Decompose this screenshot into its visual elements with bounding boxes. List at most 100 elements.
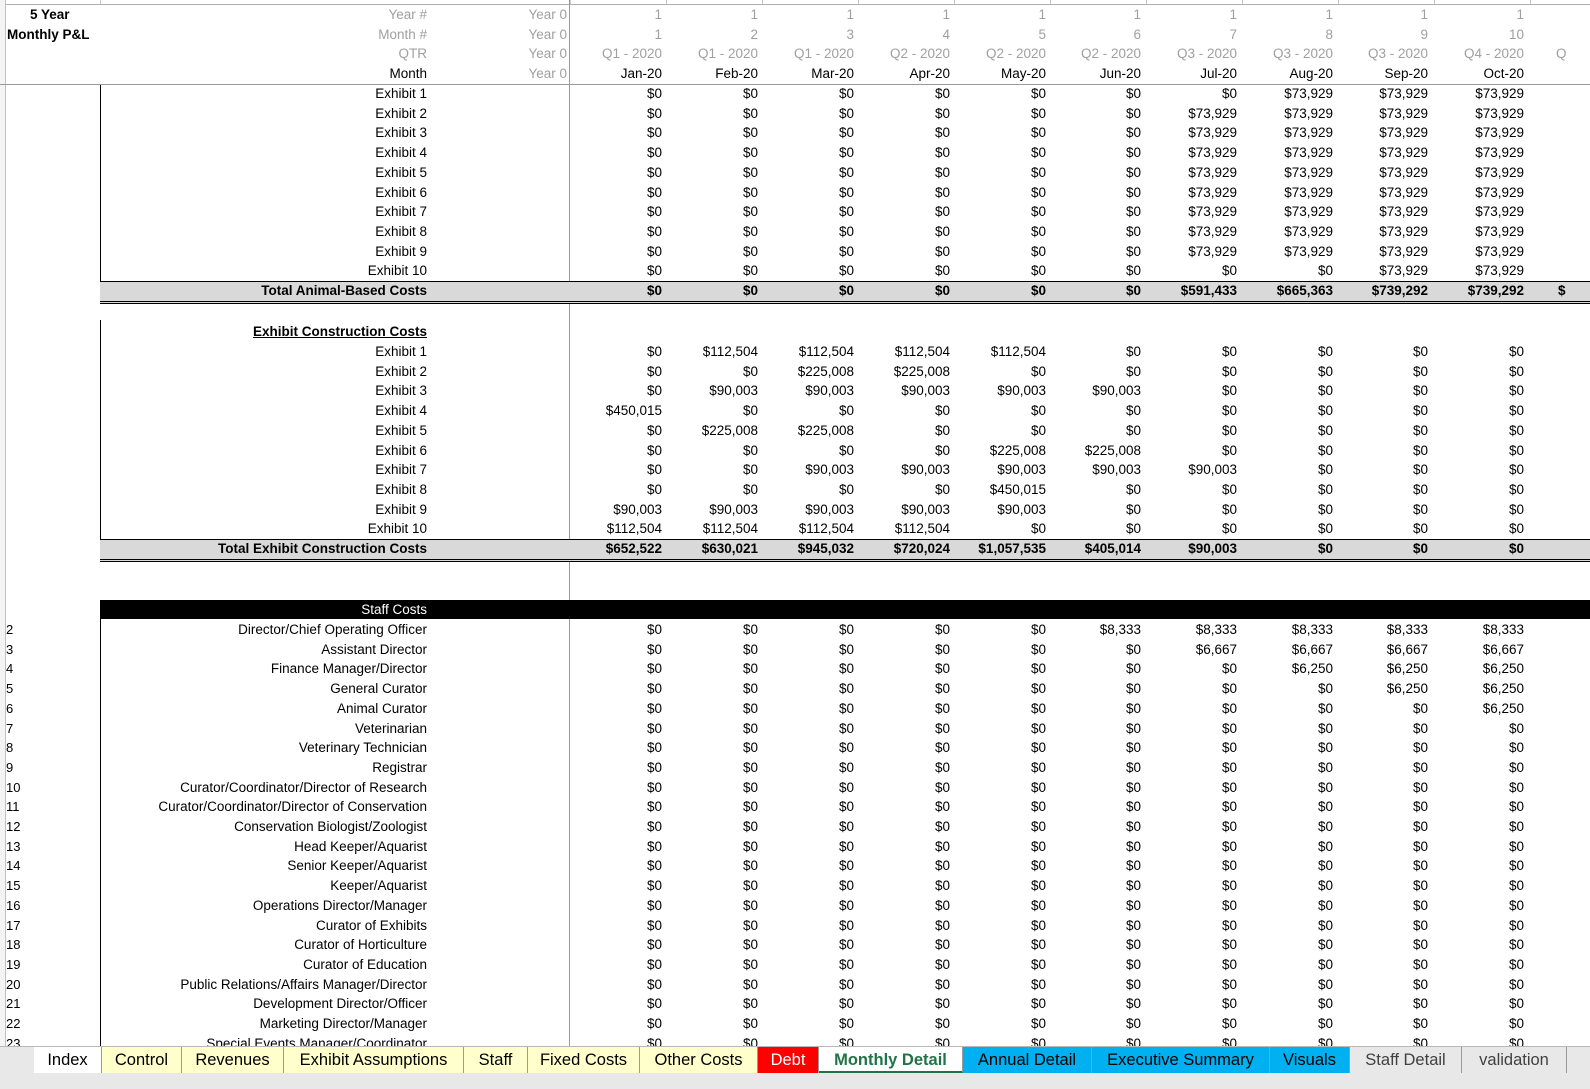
- cell-value[interactable]: $0: [668, 935, 758, 955]
- cell-value[interactable]: $0: [860, 123, 950, 143]
- cell-value[interactable]: $0: [764, 242, 854, 262]
- cell-value[interactable]: $73,929: [1434, 183, 1524, 203]
- cell-value[interactable]: 1: [764, 5, 854, 25]
- cell-value[interactable]: $0: [668, 975, 758, 995]
- cell-value[interactable]: Q3 - 2020: [1338, 44, 1428, 64]
- cell-value[interactable]: $0: [1243, 519, 1333, 539]
- cell-value[interactable]: $0: [668, 441, 758, 461]
- cell-value[interactable]: $0: [764, 620, 854, 640]
- cell-value[interactable]: 7: [1147, 25, 1237, 45]
- cell-value[interactable]: $0: [764, 640, 854, 660]
- cell-value[interactable]: $0: [1051, 679, 1141, 699]
- cell-value[interactable]: Aug-20: [1243, 64, 1333, 84]
- cell-value[interactable]: $90,003: [1147, 460, 1237, 480]
- cell-value[interactable]: 3: [764, 25, 854, 45]
- cell-value[interactable]: $0: [1243, 797, 1333, 817]
- cell-value[interactable]: $0: [668, 916, 758, 936]
- cell-value[interactable]: $0: [860, 480, 950, 500]
- cell-value[interactable]: $0: [668, 659, 758, 679]
- cell-value[interactable]: $0: [1147, 778, 1237, 798]
- cell-value[interactable]: $0: [1434, 955, 1524, 975]
- overflow-cell[interactable]: $: [1558, 281, 1566, 301]
- cell-value[interactable]: $0: [1243, 778, 1333, 798]
- cell-value[interactable]: $0: [1338, 916, 1428, 936]
- cell-value[interactable]: $0: [572, 480, 662, 500]
- cell-value[interactable]: $945,032: [764, 539, 854, 559]
- cell-value[interactable]: $0: [1338, 342, 1428, 362]
- cell-value[interactable]: $0: [1147, 758, 1237, 778]
- cell-value[interactable]: $73,929: [1243, 104, 1333, 124]
- cell-value[interactable]: $0: [1243, 738, 1333, 758]
- cell-value[interactable]: $0: [956, 519, 1046, 539]
- cell-value[interactable]: $0: [860, 163, 950, 183]
- cell-value[interactable]: $0: [860, 817, 950, 837]
- cell-value[interactable]: $90,003: [860, 460, 950, 480]
- cell-value[interactable]: $665,363: [1243, 281, 1333, 301]
- cell-value[interactable]: $0: [956, 699, 1046, 719]
- cell-value[interactable]: $112,504: [572, 519, 662, 539]
- sheet-tab-other-costs[interactable]: Other Costs: [640, 1047, 758, 1073]
- cell-value[interactable]: $0: [764, 758, 854, 778]
- cell-value[interactable]: $90,003: [572, 500, 662, 520]
- cell-value[interactable]: Mar-20: [764, 64, 854, 84]
- cell-value[interactable]: $0: [1147, 84, 1237, 104]
- cell-value[interactable]: $0: [1147, 261, 1237, 281]
- cell-value[interactable]: $0: [668, 480, 758, 500]
- cell-value[interactable]: $6,250: [1338, 679, 1428, 699]
- cell-value[interactable]: $0: [668, 817, 758, 837]
- cell-value[interactable]: $0: [572, 104, 662, 124]
- cell-value[interactable]: $0: [1243, 679, 1333, 699]
- cell-value[interactable]: $0: [1338, 994, 1428, 1014]
- cell-value[interactable]: $0: [860, 876, 950, 896]
- cell-value[interactable]: $0: [1051, 738, 1141, 758]
- sheet-tab-index[interactable]: Index: [34, 1047, 102, 1073]
- cell-value[interactable]: $0: [1051, 222, 1141, 242]
- cell-value[interactable]: $0: [956, 876, 1046, 896]
- cell-value[interactable]: $0: [1051, 975, 1141, 995]
- cell-value[interactable]: 6: [1051, 25, 1141, 45]
- cell-value[interactable]: $0: [1243, 342, 1333, 362]
- cell-value[interactable]: $0: [1434, 519, 1524, 539]
- cell-value[interactable]: $6,250: [1434, 659, 1524, 679]
- cell-value[interactable]: $0: [764, 916, 854, 936]
- cell-value[interactable]: $0: [860, 935, 950, 955]
- cell-value[interactable]: $0: [1243, 261, 1333, 281]
- cell-value[interactable]: $0: [1243, 441, 1333, 461]
- cell-value[interactable]: Jun-20: [1051, 64, 1141, 84]
- cell-value[interactable]: $73,929: [1338, 261, 1428, 281]
- cell-value[interactable]: $0: [1051, 817, 1141, 837]
- cell-value[interactable]: $0: [1051, 876, 1141, 896]
- cell-value[interactable]: $0: [860, 281, 950, 301]
- cell-value[interactable]: 1: [1051, 5, 1141, 25]
- cell-value[interactable]: $73,929: [1434, 261, 1524, 281]
- cell-value[interactable]: $0: [1147, 876, 1237, 896]
- cell-value[interactable]: $6,667: [1338, 640, 1428, 660]
- cell-value[interactable]: $0: [572, 719, 662, 739]
- cell-value[interactable]: $0: [1338, 699, 1428, 719]
- cell-value[interactable]: $0: [1243, 817, 1333, 837]
- cell-value[interactable]: Sep-20: [1338, 64, 1428, 84]
- sheet-tab-executive-summary[interactable]: Executive Summary: [1092, 1047, 1270, 1073]
- cell-value[interactable]: $0: [956, 421, 1046, 441]
- cell-value[interactable]: $405,014: [1051, 539, 1141, 559]
- cell-value[interactable]: $0: [668, 183, 758, 203]
- cell-value[interactable]: $0: [1243, 837, 1333, 857]
- cell-value[interactable]: $0: [1338, 441, 1428, 461]
- cell-value[interactable]: $0: [668, 163, 758, 183]
- cell-value[interactable]: $0: [764, 401, 854, 421]
- cell-value[interactable]: $0: [668, 84, 758, 104]
- cell-value[interactable]: $0: [764, 679, 854, 699]
- cell-value[interactable]: $0: [1338, 500, 1428, 520]
- cell-value[interactable]: $0: [860, 955, 950, 975]
- cell-value[interactable]: $0: [1147, 659, 1237, 679]
- cell-value[interactable]: $0: [1051, 104, 1141, 124]
- cell-value[interactable]: $720,024: [860, 539, 950, 559]
- cell-value[interactable]: $0: [572, 460, 662, 480]
- cell-value[interactable]: $0: [860, 143, 950, 163]
- cell-value[interactable]: $0: [1147, 441, 1237, 461]
- cell-value[interactable]: $0: [1147, 935, 1237, 955]
- cell-value[interactable]: $0: [1147, 837, 1237, 857]
- cell-value[interactable]: $0: [956, 837, 1046, 857]
- cell-value[interactable]: $0: [1147, 421, 1237, 441]
- cell-value[interactable]: $225,008: [764, 362, 854, 382]
